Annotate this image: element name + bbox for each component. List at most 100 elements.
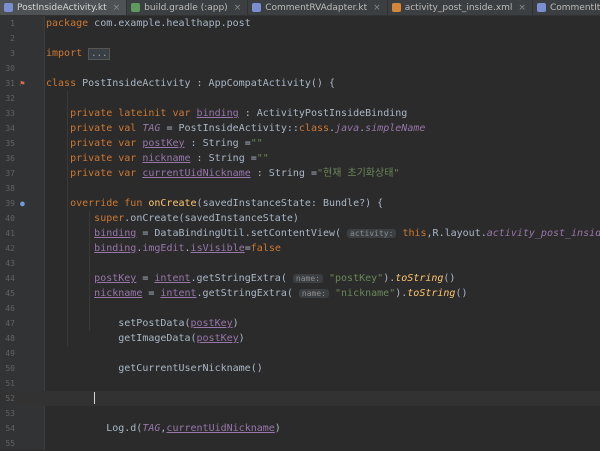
code-text: import ... <box>46 46 111 62</box>
tab-label: activity_post_inside.xml <box>404 2 513 13</box>
code-line[interactable]: 38 <box>0 181 600 196</box>
indent-guide <box>89 211 90 331</box>
line-number: 55 <box>5 439 15 448</box>
tab-file[interactable]: CommentItemModel.kt× <box>533 0 600 15</box>
code-line[interactable]: 30 <box>0 61 600 76</box>
line-number: 36 <box>5 154 15 163</box>
code-line[interactable]: 3 import ... <box>0 46 600 61</box>
code-text: class PostInsideActivity : AppCompatActi… <box>46 78 335 89</box>
tab-label: CommentItemModel.kt <box>549 2 600 13</box>
code-line[interactable]: 44 postKey = intent.getStringExtra( name… <box>0 271 600 286</box>
line-number: 40 <box>5 214 15 223</box>
line-number: 48 <box>5 334 15 343</box>
close-icon[interactable]: × <box>373 3 381 13</box>
code-text: package com.example.healthapp.post <box>46 18 251 29</box>
code-line[interactable]: 41 binding = DataBindingUtil.setContentV… <box>0 226 600 241</box>
code-line[interactable]: 42 binding.imgEdit.isVisible=false <box>0 241 600 256</box>
file-type-icon <box>252 3 262 12</box>
close-icon[interactable]: × <box>234 3 242 13</box>
code-text: getImageData(postKey) <box>46 333 245 344</box>
text-caret <box>94 392 96 404</box>
tab-label: build.gradle (:app) <box>144 2 228 13</box>
code-line[interactable]: 49 <box>0 346 600 361</box>
code-line[interactable]: 48 getImageData(postKey) <box>0 331 600 346</box>
code-line[interactable]: 54 Log.d(TAG,currentUidNickname) <box>0 421 600 436</box>
code-line[interactable]: 2 <box>0 31 600 46</box>
code-line[interactable]: 55 <box>0 436 600 451</box>
line-number: 33 <box>5 109 15 118</box>
code-text: Log.d(TAG,currentUidNickname) <box>46 423 281 434</box>
line-number: 50 <box>5 364 15 373</box>
code-text: override fun onCreate(savedInstanceState… <box>70 198 384 209</box>
code-line[interactable]: 31 class PostInsideActivity : AppCompatAc… <box>0 76 600 91</box>
code-line[interactable]: 35 private var postKey : String ="" <box>0 136 600 151</box>
code-line[interactable]: 46 <box>0 301 600 316</box>
line-number: 37 <box>5 169 15 178</box>
code-text: binding.imgEdit.isVisible=false <box>94 243 281 254</box>
code-editor[interactable]: 1 package com.example.healthapp.post 2 3 imp… <box>0 16 600 450</box>
line-number: 46 <box>5 304 15 313</box>
code-text: getCurrentUserNickname() <box>46 363 263 374</box>
line-number: 30 <box>5 64 15 73</box>
line-number: 54 <box>5 424 15 433</box>
file-type-icon <box>391 3 401 12</box>
code-line[interactable]: 37 private var currentUidNickname : Stri… <box>0 166 600 181</box>
line-number: 32 <box>5 94 15 103</box>
tab-file[interactable]: build.gradle (:app) × <box>127 0 249 15</box>
line-number: 38 <box>5 184 15 193</box>
code-line[interactable]: 36 private var nickname : String ="" <box>0 151 600 166</box>
code-text: private var nickname : String ="" <box>70 153 269 164</box>
code-line[interactable]: 39 override fun onCreate(savedInstanceSt… <box>0 196 600 211</box>
tab-label: PostInsideActivity.kt <box>17 2 107 13</box>
override-method-icon[interactable]: ● <box>20 196 25 211</box>
code-text: private var postKey : String ="" <box>70 138 263 149</box>
line-number: 35 <box>5 139 15 148</box>
code-text: private var currentUidNickname : String … <box>70 168 400 179</box>
file-type-icon <box>131 3 141 12</box>
line-number: 49 <box>5 349 15 358</box>
line-number: 44 <box>5 274 15 283</box>
code-line[interactable]: 1 package com.example.healthapp.post <box>0 16 600 31</box>
code-text: private val TAG = PostInsideActivity::cl… <box>70 123 426 134</box>
code-text: private lateinit var binding : ActivityP… <box>70 108 408 119</box>
code-text <box>46 391 96 406</box>
tab-label: CommentRVAdapter.kt <box>265 2 368 13</box>
code-line[interactable]: 51 <box>0 376 600 391</box>
line-number: 52 <box>5 394 15 403</box>
code-text: setPostData(postKey) <box>46 318 239 329</box>
tab-file[interactable]: CommentRVAdapter.kt × <box>248 0 388 15</box>
run-class-icon[interactable]: ⚑ <box>20 76 25 91</box>
line-number: 51 <box>5 379 15 388</box>
tab-file[interactable]: PostInsideActivity.kt × <box>0 0 128 15</box>
line-number: 45 <box>5 289 15 298</box>
line-number: 31 <box>5 79 15 88</box>
code-line[interactable]: 53 <box>0 406 600 421</box>
code-line[interactable]: 32 <box>0 91 600 106</box>
line-number: 3 <box>10 49 15 58</box>
code-text: nickname = intent.getStringExtra( name: … <box>94 288 468 299</box>
tab-file[interactable]: activity_post_inside.xml × <box>388 0 533 15</box>
close-icon[interactable]: × <box>518 3 526 13</box>
line-number: 2 <box>10 34 15 43</box>
code-line[interactable]: 40 super.onCreate(savedInstanceState) <box>0 211 600 226</box>
code-line[interactable]: 43 <box>0 256 600 271</box>
code-text: binding = DataBindingUtil.setContentView… <box>94 228 600 239</box>
line-number: 42 <box>5 244 15 253</box>
code-line[interactable]: 45 nickname = intent.getStringExtra( nam… <box>0 286 600 301</box>
code-line[interactable]: 33 private lateinit var binding : Activi… <box>0 106 600 121</box>
line-number: 43 <box>5 259 15 268</box>
file-type-icon <box>536 3 546 12</box>
code-line[interactable]: 47 setPostData(postKey) <box>0 316 600 331</box>
code-line[interactable]: 50 getCurrentUserNickname() <box>0 361 600 376</box>
line-number: 1 <box>10 19 15 28</box>
line-number: 47 <box>5 319 15 328</box>
code-line[interactable]: 34 private val TAG = PostInsideActivity:… <box>0 121 600 136</box>
close-icon[interactable]: × <box>113 3 121 13</box>
file-type-icon <box>4 3 13 12</box>
line-number: 53 <box>5 409 15 418</box>
code-text: postKey = intent.getStringExtra( name: "… <box>94 273 456 284</box>
code-text: super.onCreate(savedInstanceState) <box>94 213 299 224</box>
code-line[interactable]: 52 <box>0 391 600 406</box>
line-number: 41 <box>5 229 15 238</box>
line-number: 39 <box>5 199 15 208</box>
